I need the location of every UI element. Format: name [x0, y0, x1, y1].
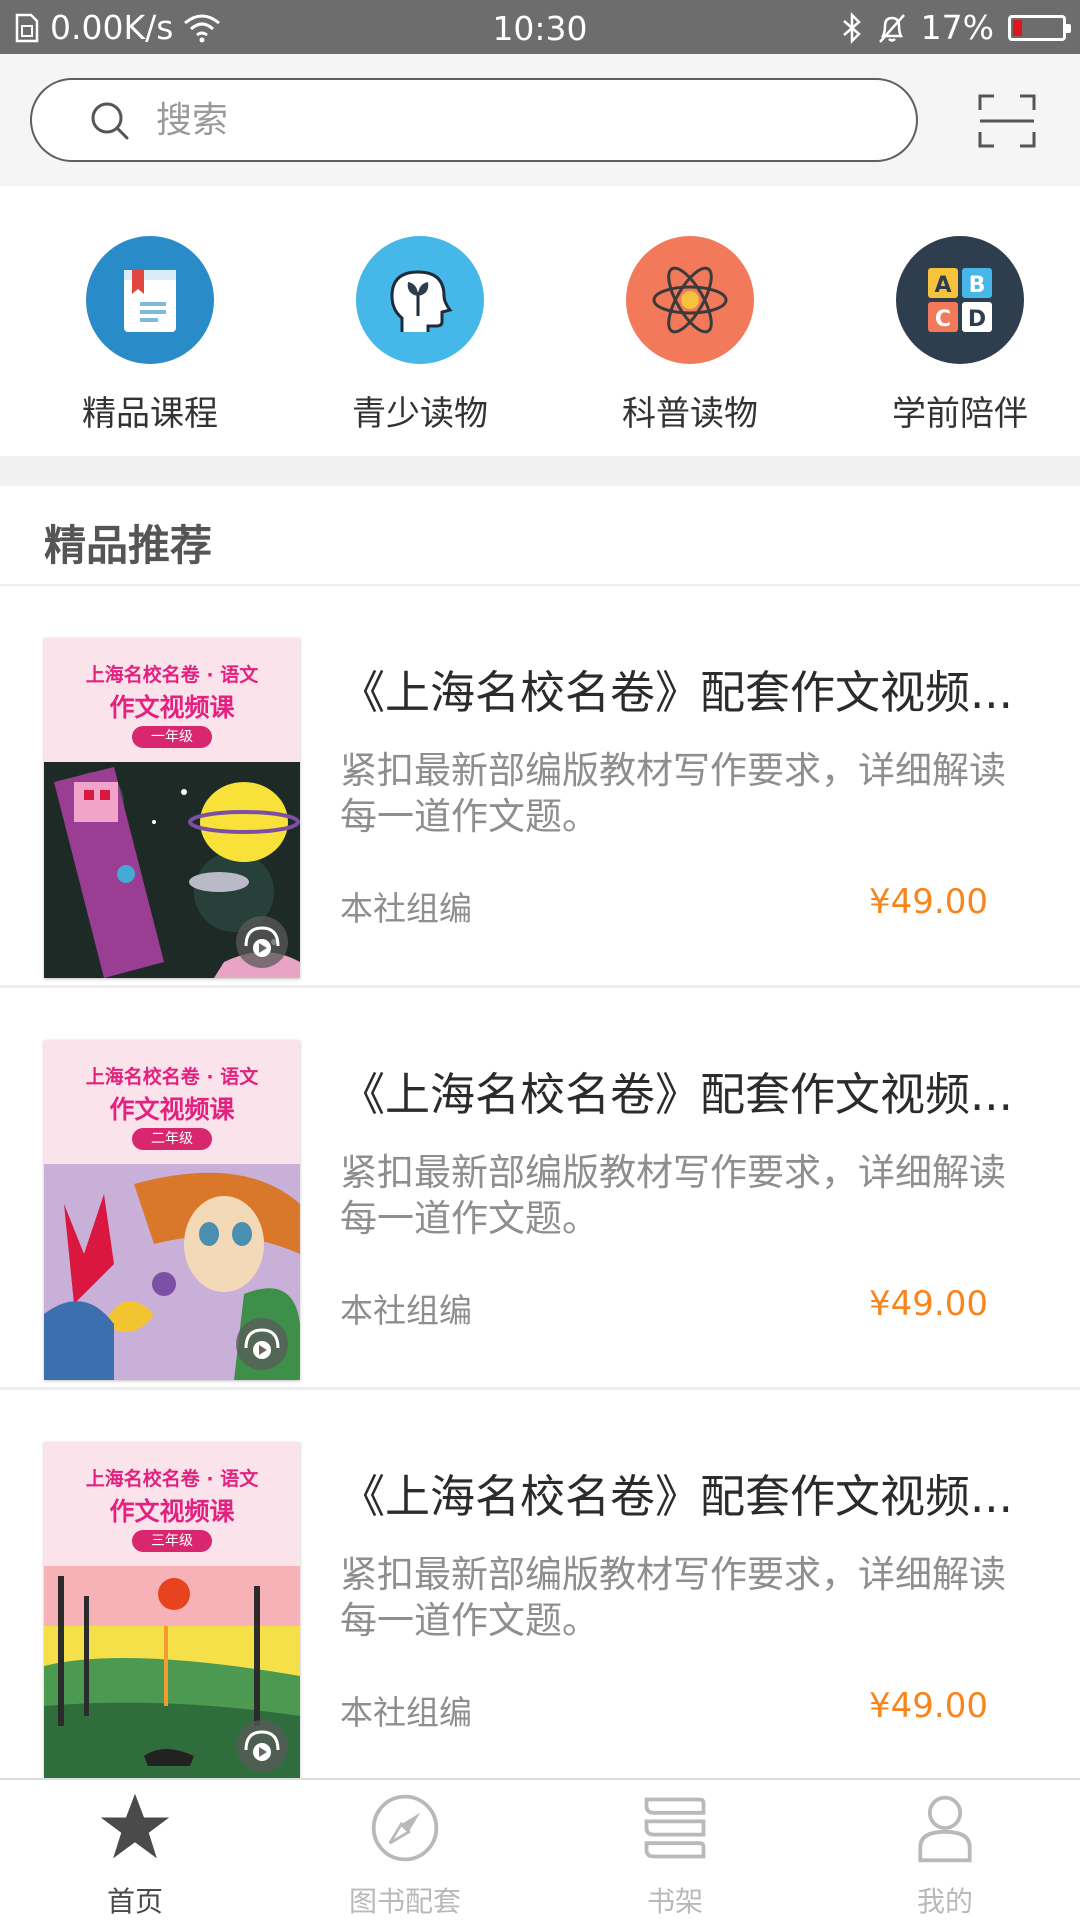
- item-author: 本社组编: [340, 889, 472, 928]
- tab-book-supplements[interactable]: 图书配套: [270, 1780, 540, 1920]
- list-item[interactable]: 上海名校名卷 · 语文 作文视频课 一年级 《上海名校名卷》配套作文视频... …: [0, 586, 1080, 988]
- item-author: 本社组编: [340, 1693, 472, 1732]
- grade-badge: 一年级: [132, 726, 212, 748]
- book-cover[interactable]: 上海名校名卷 · 语文 作文视频课 一年级: [44, 638, 300, 978]
- compass-icon: [371, 1794, 439, 1862]
- tab-bookshelf[interactable]: 书架: [540, 1780, 810, 1920]
- category-quality-courses[interactable]: 精品课程: [30, 186, 270, 456]
- tab-label: 图书配套: [348, 1885, 461, 1918]
- cover-series: 上海名校名卷 · 语文: [85, 664, 259, 686]
- book-cover[interactable]: 上海名校名卷 · 语文 作文视频课 三年级: [44, 1442, 300, 1782]
- category-label: 青少读物: [352, 394, 488, 434]
- search-header: [0, 54, 1080, 186]
- category-label: 精品课程: [82, 394, 218, 434]
- scan-icon[interactable]: [978, 94, 1036, 148]
- item-title: 《上海名校名卷》配套作文视频...: [340, 1470, 1013, 1523]
- item-price: ¥49.00: [869, 882, 988, 922]
- svg-text:B: B: [969, 273, 986, 298]
- list-item[interactable]: 上海名校名卷 · 语文 作文视频课 二年级 《上海名校名卷》配套作文视频... …: [0, 988, 1080, 1390]
- tab-label: 我的: [916, 1885, 973, 1918]
- cover-title: 作文视频课: [109, 1095, 235, 1124]
- category-science-reading[interactable]: 科普读物: [570, 186, 810, 456]
- abcd-blocks-icon: A B C D: [896, 236, 1024, 364]
- category-label: 科普读物: [622, 394, 758, 434]
- play-video-icon[interactable]: [236, 1720, 288, 1772]
- battery-icon: [1008, 14, 1071, 41]
- tab-home[interactable]: 首页: [0, 1780, 270, 1920]
- tab-label: 首页: [106, 1885, 163, 1918]
- atom-icon: [626, 236, 754, 364]
- section-title: 精品推荐: [44, 521, 213, 570]
- cover-series: 上海名校名卷 · 语文: [85, 1066, 259, 1088]
- book-cover[interactable]: 上海名校名卷 · 语文 作文视频课 二年级: [44, 1040, 300, 1380]
- list-item[interactable]: 上海名校名卷 · 语文 作文视频课 三年级 《上海名校名卷》配套作文视频... …: [0, 1390, 1080, 1792]
- tab-me[interactable]: 我的: [810, 1780, 1080, 1920]
- play-video-icon[interactable]: [236, 916, 288, 968]
- play-video-icon[interactable]: [236, 1318, 288, 1370]
- search-icon: [91, 102, 129, 140]
- item-description: 紧扣最新部编版教材写作要求，详细解读每一道作文题。: [340, 749, 1006, 838]
- star-icon: [100, 1793, 170, 1859]
- bluetooth-icon: [842, 11, 861, 44]
- category-label: 学前陪伴: [892, 394, 1028, 434]
- search-box[interactable]: [30, 78, 918, 162]
- battery-percent: 17%: [920, 8, 994, 47]
- category-row: 精品课程 青少读物 科普读物 A B C D 学前陪伴: [0, 186, 1080, 456]
- cover-series: 上海名校名卷 · 语文: [85, 1468, 259, 1490]
- battery-level: [1013, 19, 1022, 36]
- section-divider: [0, 456, 1080, 486]
- bottom-tab-bar: 首页 图书配套 书架 我的: [0, 1778, 1080, 1920]
- svg-text:C: C: [935, 307, 951, 332]
- status-bar: 0.00K/s 10:30 17%: [0, 0, 1080, 54]
- item-price: ¥49.00: [869, 1686, 988, 1726]
- item-description: 紧扣最新部编版教材写作要求，详细解读每一道作文题。: [340, 1553, 1006, 1642]
- category-youth-reading[interactable]: 青少读物: [300, 186, 540, 456]
- grade-badge: 二年级: [132, 1128, 212, 1150]
- head-sprout-icon: [356, 236, 484, 364]
- item-author: 本社组编: [340, 1291, 472, 1330]
- book-icon: [86, 236, 214, 364]
- svg-text:A: A: [934, 273, 951, 298]
- item-title: 《上海名校名卷》配套作文视频...: [340, 1068, 1013, 1121]
- user-icon: [918, 1795, 972, 1863]
- item-title: 《上海名校名卷》配套作文视频...: [340, 666, 1013, 719]
- item-description: 紧扣最新部编版教材写作要求，详细解读每一道作文题。: [340, 1151, 1006, 1240]
- cover-title: 作文视频课: [109, 693, 235, 722]
- category-preschool[interactable]: A B C D 学前陪伴: [840, 186, 1080, 456]
- tab-label: 书架: [646, 1885, 703, 1918]
- cover-title: 作文视频课: [109, 1497, 235, 1526]
- mute-bell-icon: [878, 13, 905, 43]
- svg-text:D: D: [968, 307, 986, 332]
- search-input[interactable]: [156, 99, 856, 141]
- grade-badge: 三年级: [132, 1530, 212, 1552]
- bookshelf-icon: [644, 1797, 706, 1859]
- item-price: ¥49.00: [869, 1284, 988, 1324]
